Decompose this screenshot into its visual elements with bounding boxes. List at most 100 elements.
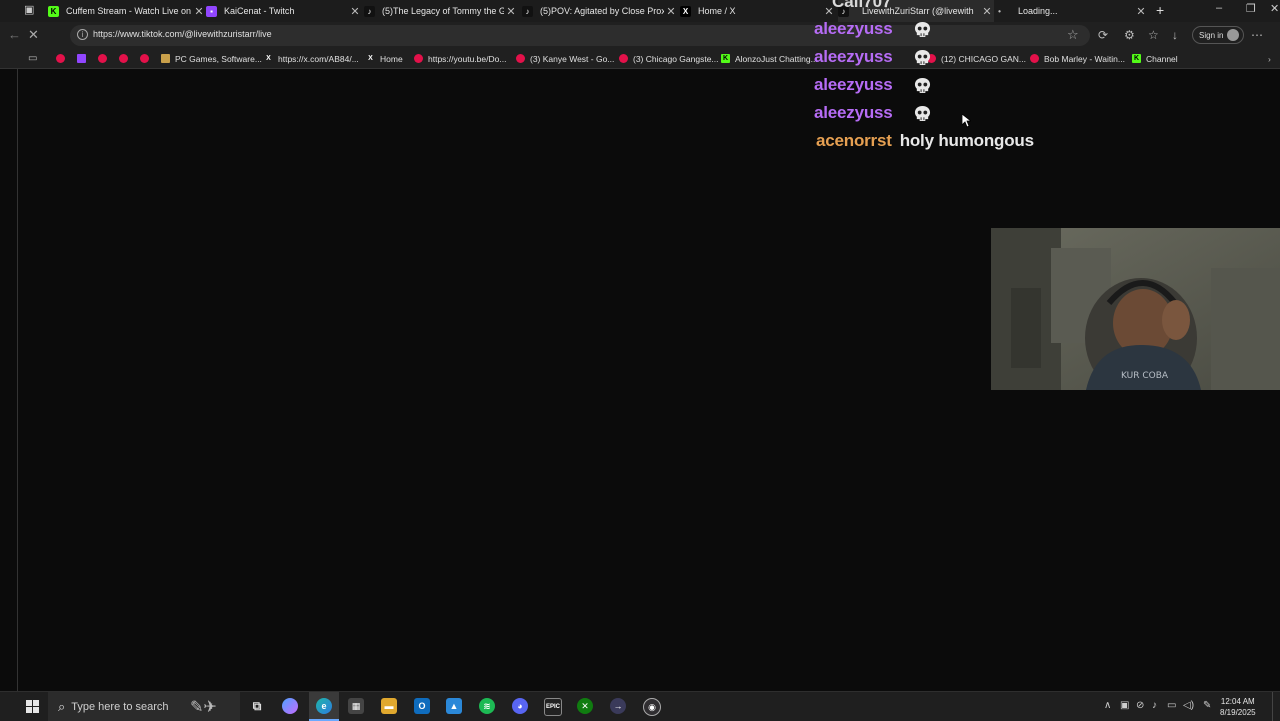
close-icon[interactable]: ✕ [822,5,836,18]
close-icon[interactable]: ✕ [504,5,518,18]
task-view-icon[interactable]: ⧉ [249,698,265,714]
tab-title: Cuffem Stream - Watch Live on K [66,6,192,16]
more-menu-icon[interactable]: ⋯ [1251,28,1263,42]
xbox-icon[interactable]: ✕ [577,698,593,714]
youtube-icon [619,54,628,63]
taskbar-search[interactable]: ⌕ Type here to search ✎✈ [48,692,240,721]
bookmark-chicago-gan[interactable]: (12) CHICAGO GAN... [927,52,1026,65]
close-icon[interactable]: ✕ [192,5,206,18]
youtube-icon [414,54,423,63]
display-icon[interactable]: ▭ [1167,700,1176,712]
tab-livewithzuristarr[interactable]: ♪ LivewithZuriStarr (@livewith ✕ [838,0,994,22]
clock-time: 12:04 AM [1220,697,1255,706]
youtube-icon [927,54,936,63]
tab-cuffem-stream[interactable]: K Cuffem Stream - Watch Live on K ✕ [48,0,206,22]
search-icon: ⌕ [58,698,66,714]
bookmark-youtu-be[interactable]: https://youtu.be/Do... [414,52,506,65]
volume-icon[interactable]: ◁) [1183,700,1194,712]
bookmark-channel[interactable]: K Channel [1132,52,1178,65]
bookmark-bob-marley[interactable]: Bob Marley - Waitin... [1030,52,1125,65]
tab-actions-icon[interactable]: ▣ [24,4,36,16]
kick-icon: K [721,54,730,63]
sign-in-button[interactable]: Sign in [1192,26,1245,44]
bookmark-item[interactable] [56,52,70,65]
bookmarks-toggle[interactable]: ▭ [28,52,37,65]
loading-icon: • [998,6,1001,16]
spotify-icon[interactable]: ≋ [479,698,495,714]
refresh-extension-icon[interactable]: ⟳ [1098,28,1108,42]
close-icon[interactable]: ✕ [664,5,678,18]
extension-icon[interactable]: ⚙ [1124,28,1135,42]
favorites-icon[interactable]: ☆ [1148,28,1159,42]
downloads-icon[interactable]: ↓ [1172,28,1178,42]
youtube-icon [56,54,65,63]
tab-title: (5)POV: Agitated by Close Proxim [540,6,664,16]
show-desktop-button[interactable] [1272,692,1280,721]
minimize-icon[interactable]: – [1216,2,1222,14]
bookmark-kanye-west[interactable]: (3) Kanye West - Go... [516,52,614,65]
tray-network-off-icon[interactable]: ⊘ [1136,700,1144,712]
edge-icon[interactable]: e [316,698,332,714]
profile-avatar-icon [1227,29,1240,41]
close-window-icon[interactable]: ✕ [1270,2,1279,15]
youtube-icon [1030,54,1039,63]
stop-loading-icon[interactable]: ✕ [28,28,39,42]
x-icon: X [266,55,271,62]
search-illustration-icon: ✎✈ [190,699,217,716]
x-icon: X [368,55,373,62]
taskbar: ⌕ Type here to search ✎✈ ⧉ e ▦ ▬ O ▲ ≋ ◕… [0,691,1280,721]
tab-home-x[interactable]: X Home / X ✕ [680,0,836,22]
app-icon[interactable]: → [610,698,626,714]
clock-date: 8/19/2025 [1220,708,1256,717]
youtube-icon [516,54,525,63]
tab-title: KaiCenat - Twitch [224,6,295,16]
bookmark-item[interactable] [119,52,133,65]
kick-icon: K [1132,54,1141,63]
restore-icon[interactable]: ❐ [1246,2,1256,15]
bookmarks-overflow-icon[interactable]: › [1268,52,1271,65]
bookmark-chicago-gangsters[interactable]: (3) Chicago Gangste... [619,52,719,65]
bookmark-item[interactable] [77,52,91,65]
pen-icon[interactable]: ✎ [1203,700,1211,712]
tray-overflow-icon[interactable]: ∧ [1104,700,1111,712]
bookmark-alonzo[interactable]: K AlonzoJust Chatting... [721,52,818,65]
back-icon[interactable]: ← [8,28,21,42]
site-info-icon[interactable]: i [77,29,88,40]
tiktok-icon: ♪ [364,5,375,17]
discord-icon[interactable]: ◕ [512,698,528,714]
copilot-icon[interactable] [282,698,298,714]
outlook-icon[interactable]: O [414,698,430,714]
tray-app-icon[interactable]: ▣ [1120,700,1129,712]
bookmark-item[interactable] [140,52,154,65]
photos-icon[interactable]: ▲ [446,698,462,714]
store-icon[interactable]: ▦ [348,698,364,714]
tab-loading[interactable]: • Loading... ✕ [994,0,1148,22]
new-tab-button[interactable]: + [1156,3,1164,17]
file-explorer-icon[interactable]: ▬ [381,698,397,714]
taskbar-clock[interactable]: 12:04 AM 8/19/2025 [1220,696,1256,718]
bookmark-item[interactable] [98,52,112,65]
address-row: ← ✕ i https://www.tiktok.com/@livewithzu… [0,22,1280,49]
tab-kaicenat-twitch[interactable]: ▪ KaiCenat - Twitch ✕ [206,0,362,22]
url-text[interactable]: https://www.tiktok.com/@livewithzuristar… [93,29,272,39]
bookmark-x-ab84[interactable]: Xhttps://x.com/AB84/... [264,52,359,65]
close-icon[interactable]: ✕ [980,5,994,18]
windows-start-icon[interactable] [26,700,39,713]
tab-pov-agitated[interactable]: ♪ (5)POV: Agitated by Close Proxim ✕ [522,0,678,22]
address-bar[interactable]: i https://www.tiktok.com/@livewithzurist… [70,25,1090,46]
tab-legacy-tommy[interactable]: ♪ (5)The Legacy of Tommy the Gre ✕ [364,0,518,22]
obs-icon[interactable]: ◉ [643,698,661,716]
bookmarks-bar: ▭ PC Games, Software... Xhttps://x.com/A… [0,49,1280,69]
bookmark-home[interactable]: X Home [366,52,403,65]
epic-games-icon[interactable]: EPIC [544,698,562,716]
close-icon[interactable]: ✕ [1134,5,1148,18]
bookmark-pc-games[interactable]: PC Games, Software... [161,52,262,65]
tab-group-icon: ▭ [28,53,38,64]
microphone-icon[interactable]: ♪ [1152,700,1157,712]
tiktok-icon: ♪ [522,5,533,17]
twitch-icon: ▪ [206,5,217,17]
close-icon[interactable]: ✕ [348,5,362,18]
folder-icon [161,54,170,63]
youtube-icon [98,54,107,63]
favorite-star-icon[interactable]: ☆ [1067,27,1079,43]
